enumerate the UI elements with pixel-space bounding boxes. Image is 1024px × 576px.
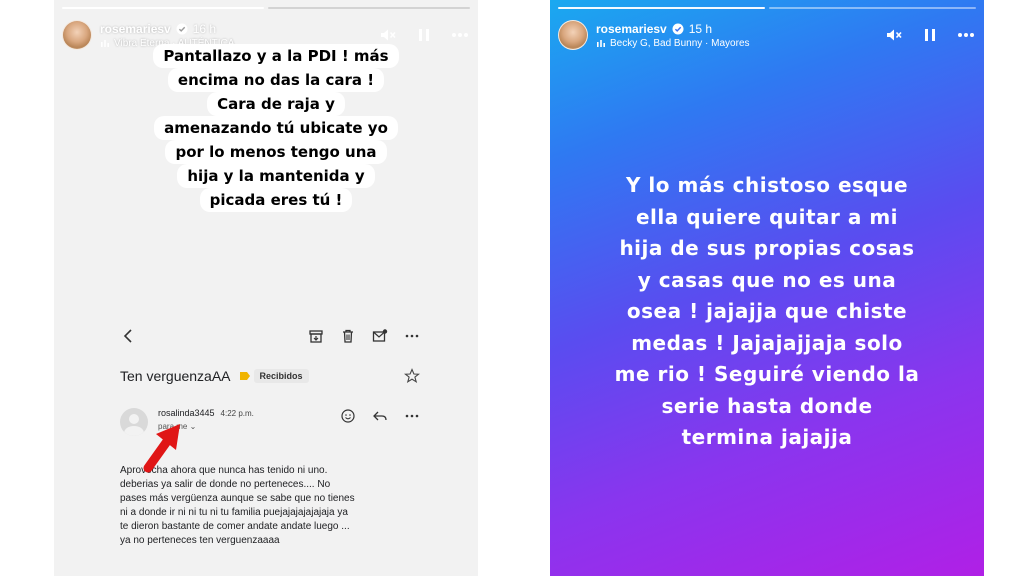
email-body: Aprovecha ahora que nunca has tenido ni … [120,464,420,548]
post-time: 15 h [688,21,713,36]
email-body-line: ya no perteneces ten verguenzaaaa [120,535,280,546]
story-caption: Pantallazo y a la PDI ! más encima no da… [126,44,426,212]
progress-segment [62,7,264,9]
caption-line: medas ! Jajajajjaja solo [631,330,903,355]
progress-segment [268,7,470,9]
verified-badge-icon [672,23,684,34]
pause-icon [419,29,429,41]
pause-icon [925,29,935,41]
email-body-line: te dieron bastante de comer andate andat… [120,521,350,532]
story-right[interactable]: rosemariesv 15 h Becky G, Bad Bunny · Ma… [550,0,984,576]
caption-line: picada eres tú ! [199,188,353,212]
story-meta: rosemariesv 15 h Becky G, Bad Bunny · Ma… [596,22,750,49]
avatar[interactable] [62,20,92,50]
label-arrow-icon [239,372,250,380]
story-progress-bar [62,7,470,9]
caption-line: serie hasta donde [661,393,873,418]
story-header: rosemariesv 15 h Becky G, Bad Bunny · Ma… [558,16,976,54]
caption-line: termina jajajja [681,425,853,449]
story-left[interactable]: rosemariesv 16 h Vibra Eterna · AUTÉNTIC… [54,0,478,576]
back-arrow-icon [123,329,132,343]
progress-segment [558,7,765,9]
more-options-button[interactable] [956,25,976,45]
email-toolbar [120,318,420,354]
caption-line: osea ! jajajja que chiste [626,299,908,323]
email-body-line: ni a donde ir ni ni tu ni tu familia pue… [120,507,348,518]
caption-line: me rio ! Seguiré viendo la [614,362,920,386]
more-icon [405,414,419,418]
post-time: 16 h [192,21,217,36]
caption-line: amenazando tú ubicate yo [154,116,398,140]
music-bars-icon [597,40,605,47]
story-caption: Y lo más chistoso esque ella quiere quit… [580,170,954,454]
music-info[interactable]: Becky G, Bad Bunny · Mayores [596,38,750,49]
email-body-line: pases más vergüenza aunque se sabe que n… [120,493,355,504]
sender-name: rosalinda3445 [158,408,215,418]
star-icon [404,368,420,384]
music-bars-icon [101,40,109,47]
story-progress-bar [558,7,976,9]
verified-badge-icon [176,23,188,34]
progress-segment [769,7,976,9]
email-body-line: deberias ya salir de donde no perteneces… [120,479,331,490]
mute-icon [381,29,396,41]
more-icon [958,33,974,37]
more-icon [405,334,419,338]
avatar[interactable] [558,20,588,50]
pause-button[interactable] [414,25,434,45]
caption-line: por lo menos tengo una [165,140,387,164]
story-controls [378,25,470,45]
inbox-label: Recibidos [253,369,309,383]
sent-time: 4:22 p.m. [220,409,254,418]
pause-button[interactable] [920,25,940,45]
username[interactable]: rosemariesv [100,22,171,36]
caption-line: hija de sus propias cosas [619,236,915,260]
username[interactable]: rosemariesv [596,22,667,36]
email-subject-row: Ten verguenzaAA Recibidos [120,366,420,386]
caption-line: Pantallazo y a la PDI ! más [153,44,399,68]
mute-button[interactable] [378,25,398,45]
chevron-down-icon: ⌄ [189,422,197,431]
mute-icon [887,29,902,41]
emoji-icon [341,409,355,423]
trash-icon [343,329,353,343]
caption-line: Cara de raja y [207,92,345,116]
reply-icon [373,411,387,421]
caption-line: encima no das la cara ! [167,68,385,92]
mute-button[interactable] [884,25,904,45]
caption-line: y casas que no es una [637,267,897,292]
email-subject: Ten verguenzaAA [120,368,231,384]
more-options-button[interactable] [450,25,470,45]
caption-line: hija y la mantenida y [177,164,375,188]
caption-line: Y lo más chistoso esque [625,173,909,197]
more-icon [452,33,468,37]
story-controls [884,25,976,45]
music-label: Becky G, Bad Bunny · Mayores [610,37,750,49]
red-arrow-icon [143,424,180,473]
archive-icon [309,330,323,343]
mark-unread-icon [372,329,388,342]
caption-line: ella quiere quitar a mi [635,204,899,229]
